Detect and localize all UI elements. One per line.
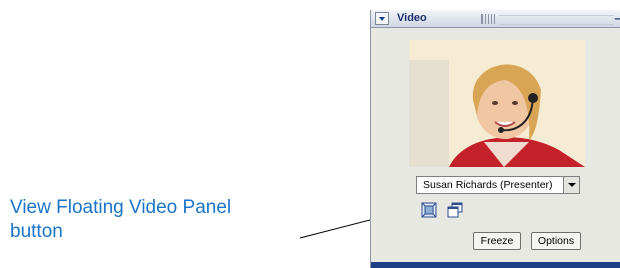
chevron-down-icon[interactable] xyxy=(563,177,579,193)
fit-video-button[interactable] xyxy=(421,202,437,218)
drag-grip-icon[interactable] xyxy=(481,14,495,24)
freeze-button[interactable]: Freeze xyxy=(473,232,521,250)
collapse-panel-button[interactable] xyxy=(375,12,389,25)
presenter-select-value: Susan Richards (Presenter) xyxy=(423,179,553,191)
minimize-icon[interactable]: – xyxy=(614,11,620,25)
panel-bottom-bar xyxy=(371,262,620,268)
titlebar-rule xyxy=(499,15,614,25)
fit-video-icon xyxy=(421,202,437,218)
panel-title: Video xyxy=(397,12,427,24)
video-panel-titlebar: Video – xyxy=(371,10,620,28)
video-feed xyxy=(409,40,585,167)
options-button[interactable]: Options xyxy=(531,232,581,250)
view-floating-video-panel-button[interactable] xyxy=(447,202,463,218)
video-panel: Video – Susan Richards (Presenter) xyxy=(370,10,620,268)
view-floating-video-panel-icon xyxy=(447,202,463,218)
presenter-video-image xyxy=(409,40,585,167)
presenter-select[interactable]: Susan Richards (Presenter) xyxy=(416,176,580,194)
